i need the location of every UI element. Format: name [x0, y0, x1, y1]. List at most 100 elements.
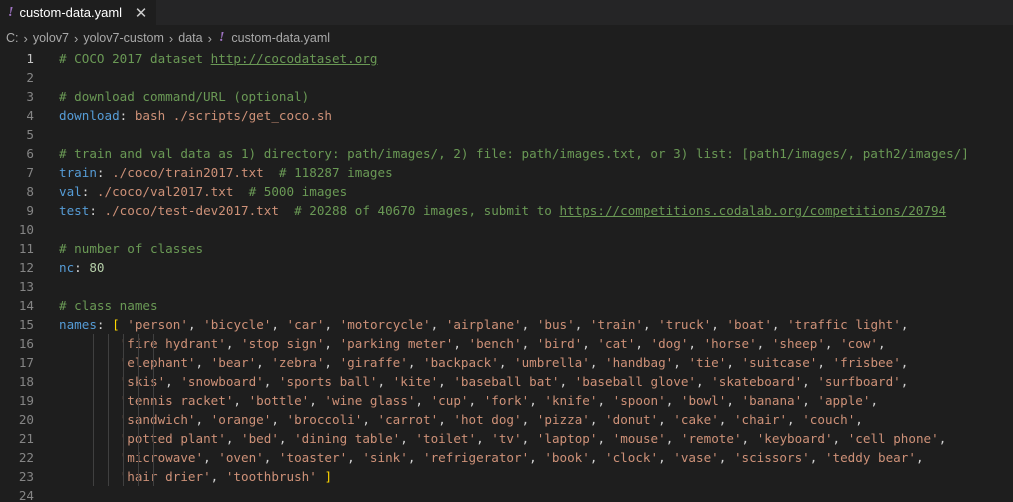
code-line[interactable]: 2 [0, 68, 1013, 87]
token-str: 'microwave' [119, 450, 204, 465]
line-number: 5 [26, 127, 34, 142]
code-line[interactable]: 23 'hair drier', 'toothbrush' ] [0, 467, 1013, 486]
breadcrumb-item-file[interactable]: custom-data.yaml [231, 31, 330, 45]
code-line[interactable]: 21 'potted plant', 'bed', 'dining table'… [0, 429, 1013, 448]
token-link[interactable]: http://cocodataset.org [211, 51, 378, 66]
token-str: 'tie' [688, 355, 727, 370]
token-str: 'keyboard' [756, 431, 833, 446]
token-str: 'surfboard' [817, 374, 901, 389]
token-punct: , [878, 336, 886, 351]
token-str: 'pizza' [536, 412, 590, 427]
code-line[interactable]: 11 # number of classes [0, 239, 1013, 258]
token-punct: , [225, 431, 241, 446]
token-str: 'car' [286, 317, 325, 332]
chevron-right-icon: › [23, 30, 28, 46]
breadcrumb-item-yolov7[interactable]: yolov7 [33, 31, 69, 45]
token-str: 'cup' [430, 393, 469, 408]
editor-window: ! custom-data.yaml ✕ C: › yolov7 › yolov… [0, 0, 1013, 502]
token-punct: , [203, 450, 219, 465]
code-editor[interactable]: 1 # COCO 2017 dataset http://cocodataset.… [0, 49, 1013, 502]
token-str: 'mouse' [612, 431, 666, 446]
line-number: 17 [18, 355, 34, 370]
token-key: train [59, 165, 97, 180]
code-line[interactable]: 7 train: ./coco/train2017.txt # 118287 im… [0, 163, 1013, 182]
code-line[interactable]: 4 download: bash ./scripts/get_coco.sh [0, 106, 1013, 125]
token-punct: , [597, 393, 613, 408]
token-str: 'wine glass' [324, 393, 416, 408]
token-str: 'broccoli' [286, 412, 363, 427]
token-punct: , [696, 374, 712, 389]
token-punct: , [900, 374, 909, 389]
breadcrumb-item-yolov7-custom[interactable]: yolov7-custom [83, 31, 164, 45]
code-line[interactable]: 18 'skis', 'snowboard', 'sports ball', '… [0, 372, 1013, 391]
line-number: 1 [26, 51, 34, 66]
token-punct: , [521, 336, 537, 351]
token-punct: , [324, 317, 340, 332]
breadcrumb-drive[interactable]: C: [6, 31, 19, 45]
token-punct: , [362, 412, 378, 427]
code-line[interactable]: 22 'microwave', 'oven', 'toaster', 'sink… [0, 448, 1013, 467]
close-icon[interactable]: ✕ [134, 5, 148, 22]
code-line[interactable]: 1 # COCO 2017 dataset http://cocodataset.… [0, 49, 1013, 68]
code-text: # train and val data as 1) directory: pa… [34, 144, 969, 163]
tab-bar-empty-area [156, 0, 1013, 25]
code-text: 'elephant', 'bear', 'zebra', 'giraffe', … [34, 353, 908, 372]
token-punct: , [855, 412, 863, 427]
line-number: 19 [18, 393, 34, 408]
code-line[interactable]: 16 'fire hydrant', 'stop sign', 'parking… [0, 334, 1013, 353]
token-punct: : [96, 165, 113, 180]
token-punct: , [210, 469, 226, 484]
code-line[interactable]: 13 [0, 277, 1013, 296]
token-punct: , [271, 317, 287, 332]
code-line[interactable]: 24 [0, 486, 1013, 502]
token-punct: , [407, 450, 424, 465]
token-punct: , [233, 393, 249, 408]
token-punct: , [589, 450, 606, 465]
token-comment: # 118287 images [278, 165, 393, 180]
code-text: download: bash ./scripts/get_coco.sh [34, 106, 332, 125]
line-number: 3 [26, 89, 34, 104]
token-comment: # download command/URL (optional) [59, 89, 310, 104]
token-punct: , [324, 336, 340, 351]
code-line[interactable]: 6 # train and val data as 1) directory: p… [0, 144, 1013, 163]
token-str: 'clock' [605, 450, 659, 465]
token-punct: , [400, 431, 416, 446]
code-line[interactable]: 12 nc: 80 [0, 258, 1013, 277]
token-str: 'baseball glove' [574, 374, 696, 389]
token-punct: , [324, 355, 340, 370]
token-link[interactable]: https://competitions.codalab.org/competi… [559, 203, 946, 218]
code-line[interactable]: 3 # download command/URL (optional) [0, 87, 1013, 106]
token-punct: , [256, 355, 272, 370]
code-line[interactable]: 9 test: ./coco/test-dev2017.txt # 20288 o… [0, 201, 1013, 220]
indent-guide [108, 448, 109, 467]
token-str: 'suitcase' [741, 355, 818, 370]
token-punct: , [832, 431, 848, 446]
code-line[interactable]: 20 'sandwich', 'orange', 'broccoli', 'ca… [0, 410, 1013, 429]
tab-custom-data-yaml[interactable]: ! custom-data.yaml ✕ [0, 0, 157, 25]
token-punct: , [225, 336, 241, 351]
token-punct: , [187, 317, 204, 332]
line-number: 11 [18, 241, 34, 256]
code-line[interactable]: 19 'tennis racket', 'bottle', 'wine glas… [0, 391, 1013, 410]
token-str: 'cow' [840, 336, 879, 351]
code-line[interactable]: 17 'elephant', 'bear', 'zebra', 'giraffe… [0, 353, 1013, 372]
token-punct: , [521, 431, 537, 446]
token-str: 'handbag' [605, 355, 674, 370]
code-text: 'tennis racket', 'bottle', 'wine glass',… [34, 391, 878, 410]
code-line[interactable]: 5 [0, 125, 1013, 144]
token-punct: , [658, 450, 674, 465]
code-line[interactable]: 10 [0, 220, 1013, 239]
token-punct: , [430, 317, 446, 332]
token-punct: , [900, 317, 909, 332]
token-punct: : [96, 317, 113, 332]
code-line[interactable]: 8 val: ./coco/val2017.txt # 5000 images [0, 182, 1013, 201]
token-str: 'zebra' [271, 355, 325, 370]
token-punct: : [74, 260, 90, 275]
token-punct: , [824, 336, 841, 351]
code-line[interactable]: 14 # class names [0, 296, 1013, 315]
token-str: 'elephant' [119, 355, 196, 370]
token-punct: , [938, 431, 947, 446]
token-str: 'motorcycle' [339, 317, 431, 332]
code-line[interactable]: 15 names: [ 'person', 'bicycle', 'car', '… [0, 315, 1013, 334]
breadcrumb-item-data[interactable]: data [178, 31, 202, 45]
